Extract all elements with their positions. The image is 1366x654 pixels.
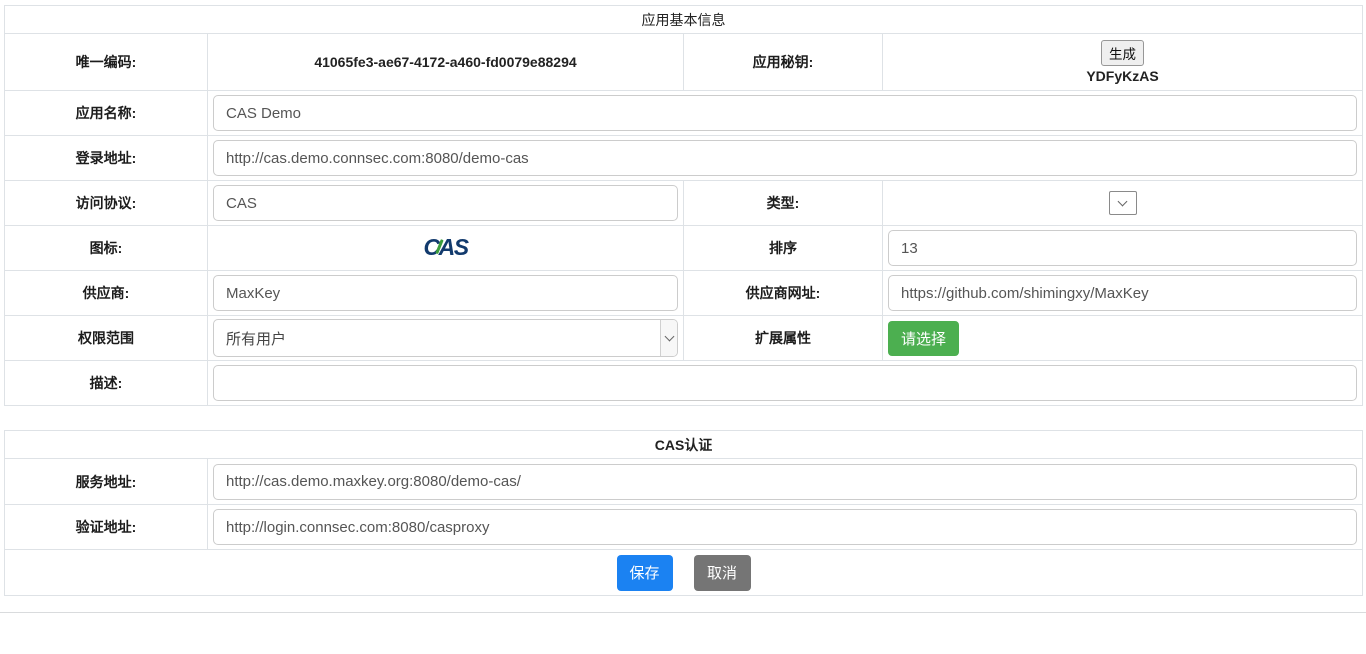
chevron-down-icon	[664, 331, 674, 341]
app-config-page: 应用基本信息 唯一编码: 41065fe3-ae67-4172-a460-fd0…	[0, 0, 1366, 613]
cas-logo: CAS	[423, 236, 467, 259]
login-url-input[interactable]	[213, 140, 1357, 176]
save-button[interactable]: 保存	[617, 555, 673, 591]
basic-info-title: 应用基本信息	[5, 6, 1363, 34]
table-row: 服务地址:	[5, 459, 1363, 505]
service-url-label: 服务地址:	[5, 459, 208, 505]
table-row: 登录地址:	[5, 136, 1363, 181]
validate-url-label: 验证地址:	[5, 505, 208, 550]
ext-attr-label: 扩展属性	[684, 316, 883, 361]
table-row: 应用名称:	[5, 91, 1363, 136]
cas-auth-table: CAS认证 服务地址: 验证地址: 保存 取消	[4, 430, 1363, 596]
basic-info-table: 应用基本信息 唯一编码: 41065fe3-ae67-4172-a460-fd0…	[4, 5, 1363, 406]
table-row: 供应商: 供应商网址:	[5, 271, 1363, 316]
protocol-label: 访问协议:	[5, 181, 208, 226]
scope-label: 权限范围	[5, 316, 208, 361]
unique-code-value: 41065fe3-ae67-4172-a460-fd0079e88294	[208, 54, 683, 70]
cancel-button[interactable]: 取消	[694, 555, 751, 591]
icon-label: 图标:	[5, 226, 208, 271]
sort-label: 排序	[684, 226, 883, 271]
type-select[interactable]	[1109, 191, 1137, 215]
login-url-label: 登录地址:	[5, 136, 208, 181]
chevron-down-icon	[1118, 196, 1128, 206]
unique-code-label: 唯一编码:	[5, 34, 208, 91]
scope-select-value: 所有用户	[214, 328, 286, 349]
table-row: 验证地址:	[5, 505, 1363, 550]
section-gap	[4, 406, 1362, 430]
sort-input[interactable]	[888, 230, 1357, 266]
generate-secret-button[interactable]: 生成	[1101, 40, 1144, 66]
type-label: 类型:	[684, 181, 883, 226]
table-row: 权限范围 所有用户 扩展属性 请选择	[5, 316, 1363, 361]
cas-auth-title: CAS认证	[5, 431, 1363, 459]
select-arrow-strip	[660, 320, 677, 356]
description-input[interactable]	[213, 365, 1357, 401]
basic-info-header-row: 应用基本信息	[5, 6, 1363, 34]
vendor-url-input[interactable]	[888, 275, 1357, 311]
form-actions-row: 保存 取消	[5, 550, 1363, 596]
app-secret-value: YDFyKzAS	[1086, 68, 1158, 84]
cas-auth-header-row: CAS认证	[5, 431, 1363, 459]
cas-logo-text: CAS	[423, 234, 467, 260]
vendor-input[interactable]	[213, 275, 678, 311]
table-row: 描述:	[5, 361, 1363, 406]
app-name-input[interactable]	[213, 95, 1357, 131]
validate-url-input[interactable]	[213, 509, 1357, 545]
table-row: 访问协议: 类型:	[5, 181, 1363, 226]
protocol-input[interactable]	[213, 185, 678, 221]
app-secret-label: 应用秘钥:	[684, 34, 883, 91]
ext-attr-select-button[interactable]: 请选择	[888, 321, 959, 356]
scope-select[interactable]: 所有用户	[213, 319, 678, 357]
table-row: 唯一编码: 41065fe3-ae67-4172-a460-fd0079e882…	[5, 34, 1363, 91]
table-row: 图标: CAS 排序	[5, 226, 1363, 271]
footer-divider	[0, 612, 1366, 613]
description-label: 描述:	[5, 361, 208, 406]
app-name-label: 应用名称:	[5, 91, 208, 136]
service-url-input[interactable]	[213, 464, 1357, 500]
vendor-url-label: 供应商网址:	[684, 271, 883, 316]
vendor-label: 供应商:	[5, 271, 208, 316]
